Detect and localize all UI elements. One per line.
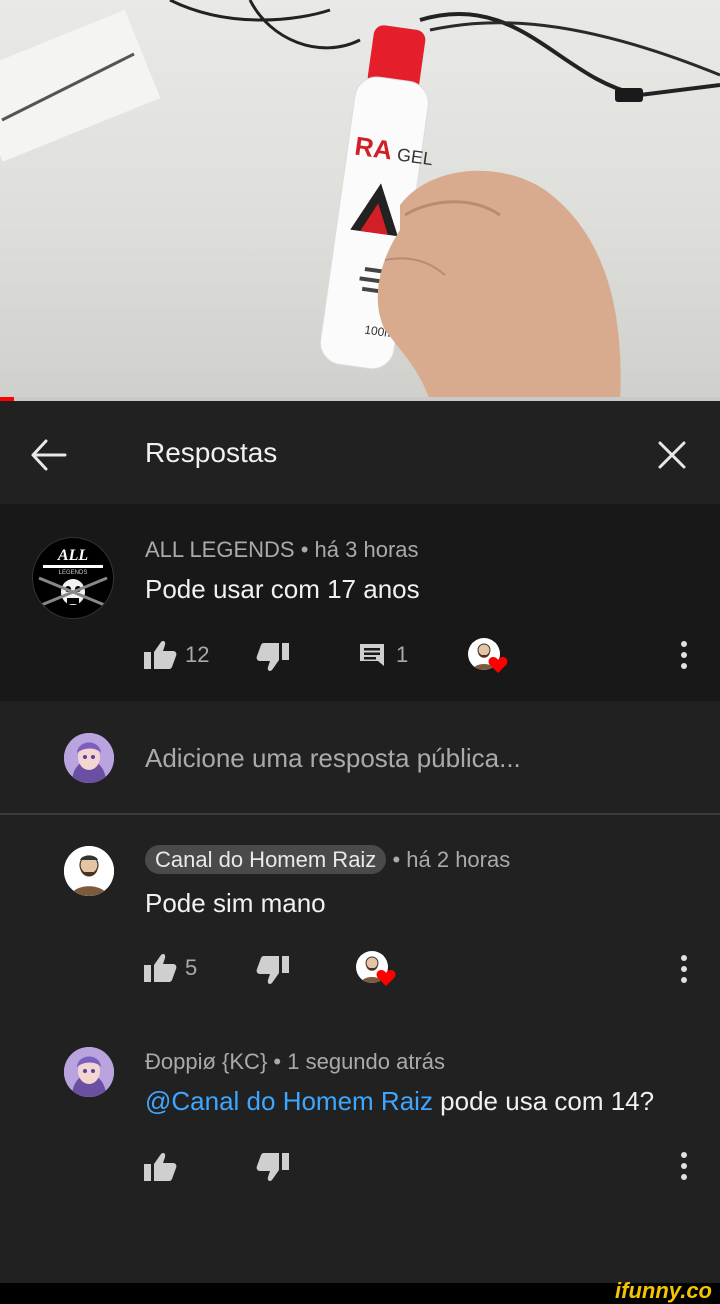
mention-link[interactable]: @Canal do Homem Raiz <box>145 1086 433 1116</box>
ifunny-watermark: ifunny.co <box>615 1278 712 1303</box>
thumb-down-icon[interactable] <box>256 1152 290 1182</box>
replies-header: Respostas <box>0 401 720 504</box>
meta-separator: • <box>273 1049 282 1074</box>
comment-text: Pode usar com 17 anos <box>145 574 420 604</box>
comment-author[interactable]: Ðoppiø {KC} <box>145 1049 267 1074</box>
comment-body: pode usa com 14? <box>432 1086 655 1116</box>
reply-count: 1 <box>396 642 409 667</box>
svg-text:RA: RA <box>353 131 395 166</box>
svg-text:LEGENDS: LEGENDS <box>59 570 88 576</box>
svg-text:ALL: ALL <box>57 547 88 564</box>
user-avatar <box>64 733 114 783</box>
more-vert-icon[interactable] <box>680 954 688 984</box>
comment-text: Pode sim mano <box>145 888 326 918</box>
comment-time: há 2 horas <box>406 847 511 872</box>
replies-list: Canal do Homem Raiz • há 2 horas Pode si… <box>0 815 720 1283</box>
comment-author-chip[interactable]: Canal do Homem Raiz <box>145 845 387 874</box>
all-legends-logo: ALL LEGENDS <box>38 547 108 608</box>
video-frame-image: RA GEL 100ml <box>0 0 720 401</box>
parent-comment: ALL LEGENDS ALL LEGENDS • há 3 horas Pod… <box>0 504 720 701</box>
comment-text: @Canal do Homem Raiz pode usa com 14? <box>145 1086 654 1117</box>
thumb-down-icon[interactable] <box>256 642 290 672</box>
heart-icon <box>376 970 396 986</box>
like-count: 5 <box>185 955 198 980</box>
anime-avatar-icon <box>64 1047 114 1097</box>
avatar[interactable]: ALL LEGENDS <box>32 537 114 619</box>
footer-bar <box>0 1283 720 1303</box>
header-title: Respostas <box>145 437 278 468</box>
bearded-man-icon <box>64 846 114 896</box>
close-icon[interactable] <box>654 437 690 473</box>
list-item: Canal do Homem Raiz • há 2 horas Pode si… <box>0 815 720 1015</box>
back-arrow-icon[interactable] <box>28 437 68 473</box>
video-player[interactable]: RA GEL 100ml <box>0 0 720 401</box>
thumb-up-icon[interactable] <box>143 953 177 983</box>
comment-author[interactable]: ALL LEGENDS <box>145 537 295 562</box>
anime-avatar-icon <box>64 733 114 783</box>
creator-heart <box>356 951 400 991</box>
more-vert-icon[interactable] <box>680 640 688 670</box>
thumb-down-icon[interactable] <box>256 955 290 985</box>
comment-time: há 3 horas <box>314 537 419 562</box>
list-item: Ðoppiø {KC} • 1 segundo atrás @Canal do … <box>0 1015 720 1215</box>
heart-icon <box>488 657 508 673</box>
more-vert-icon[interactable] <box>680 1151 688 1181</box>
thumb-up-icon[interactable] <box>143 1152 177 1182</box>
reply-input-row[interactable]: Adicione uma resposta pública... <box>0 701 720 813</box>
like-count: 12 <box>185 642 210 667</box>
avatar[interactable] <box>64 846 114 896</box>
meta-separator: • <box>300 537 309 562</box>
avatar[interactable] <box>64 1047 114 1097</box>
reply-icon[interactable] <box>358 642 386 670</box>
comment-time: 1 segundo atrás <box>287 1049 446 1074</box>
meta-separator: • <box>392 847 401 872</box>
creator-heart <box>468 638 512 678</box>
thumb-up-icon[interactable] <box>143 640 177 670</box>
reply-input-placeholder[interactable]: Adicione uma resposta pública... <box>145 743 521 774</box>
